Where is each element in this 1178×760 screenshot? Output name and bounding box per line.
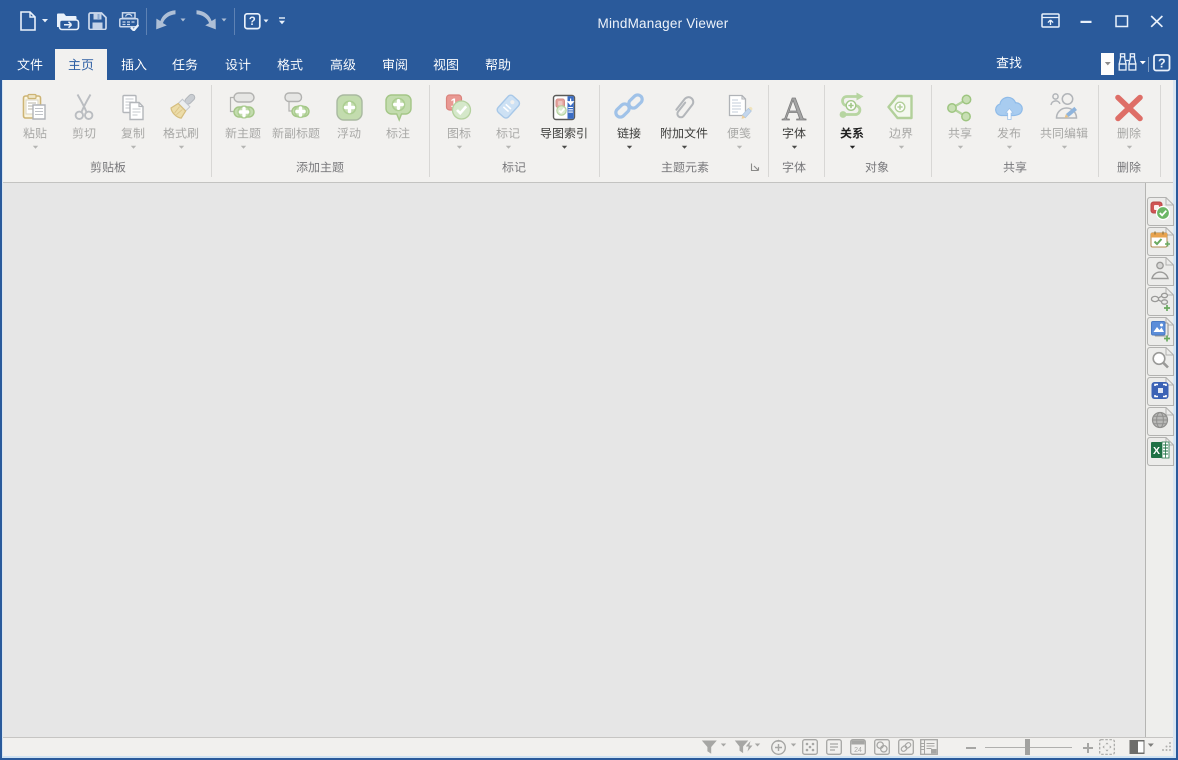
- svg-text:A: A: [782, 92, 807, 124]
- svg-text:?: ?: [1158, 56, 1166, 70]
- svg-text:24: 24: [854, 747, 862, 754]
- svg-text:X: X: [1153, 445, 1160, 457]
- svg-text:?: ?: [249, 16, 256, 28]
